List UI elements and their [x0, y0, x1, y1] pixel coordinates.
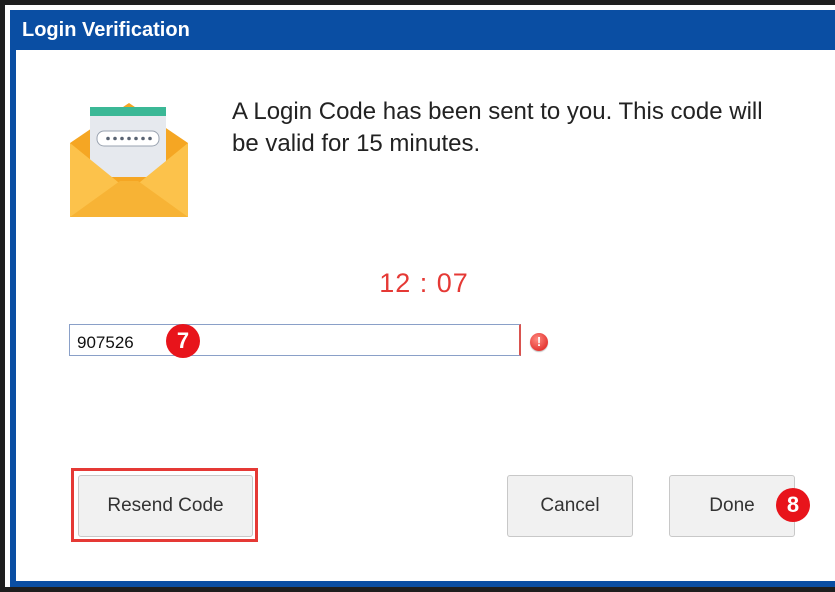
resend-code-button[interactable]: Resend Code — [78, 475, 253, 537]
envelope-code-icon — [70, 103, 188, 217]
countdown-timer: 12 : 07 — [379, 268, 469, 298]
step-badge-7: 7 — [166, 324, 200, 358]
step-badge-8: 8 — [776, 488, 810, 522]
cancel-button[interactable]: Cancel — [507, 475, 633, 537]
login-code-input[interactable] — [69, 324, 521, 356]
dialog-title: Login Verification — [16, 10, 835, 50]
error-exclamation-icon: ! — [530, 333, 548, 351]
code-sent-message: A Login Code has been sent to you. This … — [232, 98, 763, 157]
login-verification-dialog: Login Verification A Login Code has been… — [10, 10, 835, 587]
